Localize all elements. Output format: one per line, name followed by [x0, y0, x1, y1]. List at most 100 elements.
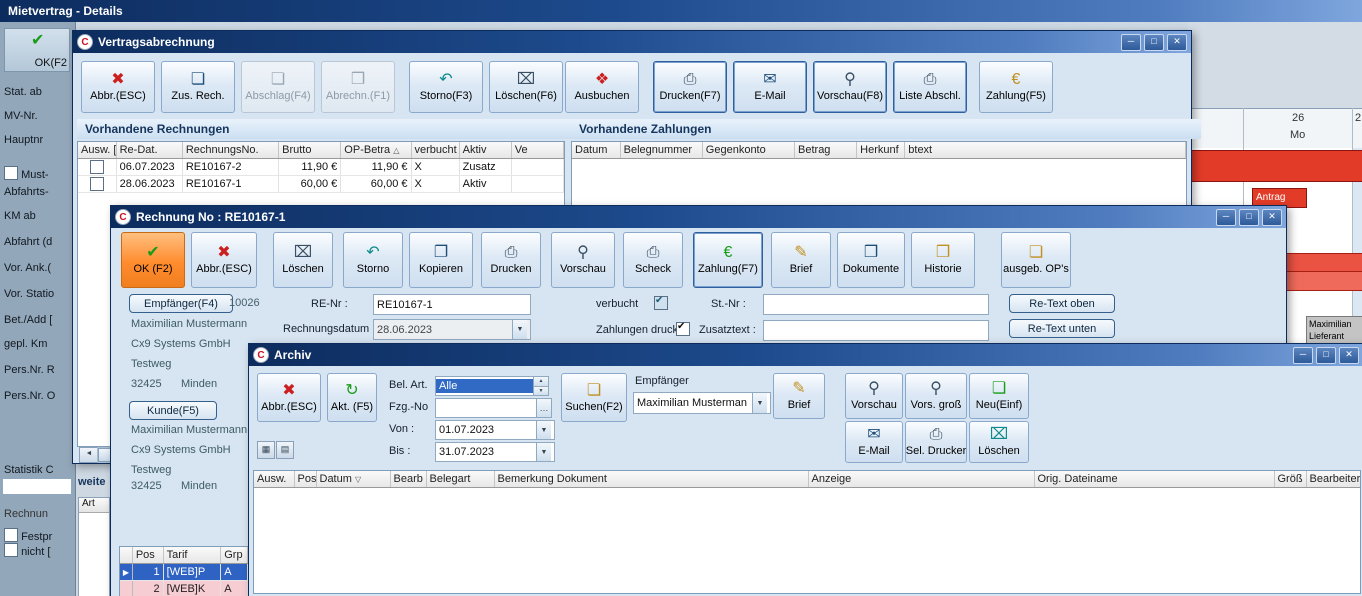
- col-bearb[interactable]: Bearb: [390, 471, 426, 488]
- st-nr-input[interactable]: [763, 294, 989, 315]
- col-rechnungsno[interactable]: RechnungsNo.: [182, 142, 278, 159]
- liste-abschlag-button[interactable]: ⎙ Liste Abschl.: [893, 61, 967, 113]
- suchen-button[interactable]: ❏ Suchen(F2): [561, 373, 627, 422]
- scheck-button[interactable]: ⎙ Scheck: [623, 232, 683, 288]
- col-groesse[interactable]: Größ: [1274, 471, 1306, 488]
- dropdown-icon[interactable]: ▼: [536, 421, 551, 439]
- ok-button[interactable]: ✔ OK(F2: [4, 28, 70, 72]
- vorschau-button[interactable]: ⚲ Vorschau: [845, 373, 903, 419]
- brief-button[interactable]: ✎ Brief: [771, 232, 831, 288]
- row-select-checkbox[interactable]: [90, 177, 104, 191]
- sel-drucker-button[interactable]: ⎙ Sel. Drucker: [905, 421, 967, 463]
- col-ausw[interactable]: Ausw.: [254, 471, 294, 488]
- empfaenger-button[interactable]: Empfänger(F4): [129, 294, 233, 313]
- kopieren-button[interactable]: ❐ Kopieren: [409, 232, 473, 288]
- weitere-label[interactable]: weite: [78, 476, 106, 488]
- view-list-button[interactable]: ▤: [276, 441, 294, 459]
- col-re-dat[interactable]: Re-Dat.: [116, 142, 182, 159]
- festpreis-checkbox[interactable]: [4, 528, 18, 542]
- col-anzeige[interactable]: Anzeige: [808, 471, 1034, 488]
- kunde-button[interactable]: Kunde(F5): [129, 401, 217, 420]
- dropdown-icon[interactable]: ▼: [536, 443, 551, 461]
- col-herkunft[interactable]: Herkunf: [857, 142, 905, 159]
- drucken-button[interactable]: ⎙ Drucken(F7): [653, 61, 727, 113]
- historie-button[interactable]: ❒ Historie: [911, 232, 975, 288]
- col-pos[interactable]: Pos: [294, 471, 316, 488]
- spin-up-icon[interactable]: ▲: [534, 377, 548, 387]
- brief-button[interactable]: ✎ Brief: [773, 373, 825, 419]
- loeschen-button[interactable]: ⌧ Löschen: [273, 232, 333, 288]
- col-pos[interactable]: Pos: [132, 547, 163, 564]
- position-row[interactable]: ▶ 1 [WEB]P A: [120, 564, 248, 581]
- bel-art-select[interactable]: Alle ▲ ▼: [435, 376, 549, 396]
- zusatztext-input[interactable]: [763, 320, 989, 341]
- art-column-header[interactable]: Art: [79, 498, 109, 513]
- dokumente-button[interactable]: ❒ Dokumente: [837, 232, 905, 288]
- abbrechen-button[interactable]: ✖ Abbr.(ESC): [81, 61, 155, 113]
- must-checkbox[interactable]: [4, 166, 18, 180]
- dropdown-icon[interactable]: ▼: [752, 393, 767, 413]
- storno-button[interactable]: ↶ Storno: [343, 232, 403, 288]
- browse-button[interactable]: …: [536, 399, 551, 417]
- bis-date-select[interactable]: 31.07.2023 ▼: [435, 442, 555, 462]
- close-button[interactable]: ✕: [1262, 209, 1282, 226]
- col-aktiv[interactable]: Aktiv: [459, 142, 511, 159]
- close-button[interactable]: ✕: [1167, 34, 1187, 51]
- col-datum[interactable]: Datum ▽: [316, 471, 390, 488]
- spinner[interactable]: ▲ ▼: [533, 377, 548, 395]
- maximize-button[interactable]: □: [1144, 34, 1164, 51]
- calendar-event-supplier[interactable]: Maximilian Lieferant: [1306, 316, 1362, 346]
- spin-down-icon[interactable]: ▼: [534, 387, 548, 396]
- rechnungsdatum-select[interactable]: 28.06.2023 ▼: [373, 319, 531, 340]
- col-ausw[interactable]: Ausw. [: [78, 142, 116, 159]
- col-orig-dateiname[interactable]: Orig. Dateiname: [1034, 471, 1274, 488]
- invoice-row[interactable]: 06.07.2023 RE10167-2 11,90 € 11,90 € X Z…: [78, 159, 564, 176]
- drucken-button[interactable]: ⎙ Drucken: [481, 232, 541, 288]
- view-grid-button[interactable]: ▦: [257, 441, 275, 459]
- dropdown-icon[interactable]: ▼: [512, 320, 527, 339]
- fzg-no-input[interactable]: …: [435, 398, 552, 418]
- invoice-row[interactable]: 28.06.2023 RE10167-1 60,00 € 60,00 € X A…: [78, 176, 564, 193]
- minimize-button[interactable]: ─: [1121, 34, 1141, 51]
- abbrechen-button[interactable]: ✖ Abbr.(ESC): [257, 373, 321, 422]
- neu-button[interactable]: ❏ Neu(Einf): [969, 373, 1029, 419]
- vors-gross-button[interactable]: ⚲ Vors. groß: [905, 373, 967, 419]
- vorschau-button[interactable]: ⚲ Vorschau: [551, 232, 615, 288]
- rechnung-titlebar[interactable]: C Rechnung No : RE10167-1 ─ □ ✕: [111, 206, 1286, 228]
- loeschen-button[interactable]: ⌧ Löschen(F6): [489, 61, 563, 113]
- minimize-button[interactable]: ─: [1216, 209, 1236, 226]
- abschlag-button[interactable]: ❏ Abschlag(F4): [241, 61, 315, 113]
- col-brutto[interactable]: Brutto: [279, 142, 341, 159]
- zusatz-rechnung-button[interactable]: ❏ Zus. Rech.: [161, 61, 235, 113]
- col-bearbeitern[interactable]: Bearbeitern: [1306, 471, 1360, 488]
- re-text-unten-button[interactable]: Re-Text unten: [1009, 319, 1115, 338]
- zahlungen-drucken-checkbox[interactable]: ✔: [676, 322, 690, 336]
- archiv-titlebar[interactable]: C Archiv ─ □ ✕: [249, 344, 1362, 366]
- col-op-betrag[interactable]: OP-Betra △: [341, 142, 411, 159]
- col-grp[interactable]: Grp: [221, 547, 248, 564]
- col-belegnummer[interactable]: Belegnummer: [620, 142, 702, 159]
- col-btext[interactable]: btext: [905, 142, 1186, 159]
- col-bemerkung[interactable]: Bemerkung Dokument: [494, 471, 808, 488]
- col-belegart[interactable]: Belegart: [426, 471, 494, 488]
- minimize-button[interactable]: ─: [1293, 347, 1313, 364]
- maximize-button[interactable]: □: [1239, 209, 1259, 226]
- aktualisieren-button[interactable]: ↻ Akt. (F5): [327, 373, 377, 422]
- ok-button[interactable]: ✔ OK (F2): [121, 232, 185, 288]
- maximize-button[interactable]: □: [1316, 347, 1336, 364]
- abrechnen-button[interactable]: ❒ Abrechn.(F1): [321, 61, 395, 113]
- abbrechen-button[interactable]: ✖ Abbr.(ESC): [191, 232, 257, 288]
- re-text-oben-button[interactable]: Re-Text oben: [1009, 294, 1115, 313]
- nicht-checkbox[interactable]: [4, 543, 18, 557]
- hscroll-left-button[interactable]: ◄: [79, 447, 99, 463]
- ausbuchen-button[interactable]: ❖ Ausbuchen: [565, 61, 639, 113]
- col-verbucht[interactable]: verbucht: [411, 142, 459, 159]
- close-button[interactable]: ✕: [1339, 347, 1359, 364]
- email-button[interactable]: ✉ E-Mail: [733, 61, 807, 113]
- vorschau-button[interactable]: ⚲ Vorschau(F8): [813, 61, 887, 113]
- empfaenger-select[interactable]: Maximilian Musterman ▼: [633, 392, 771, 414]
- von-date-select[interactable]: 01.07.2023 ▼: [435, 420, 555, 440]
- calendar-event-bar[interactable]: [1188, 150, 1362, 182]
- statistik-input[interactable]: [2, 478, 72, 495]
- col-tarif[interactable]: Tarif: [163, 547, 221, 564]
